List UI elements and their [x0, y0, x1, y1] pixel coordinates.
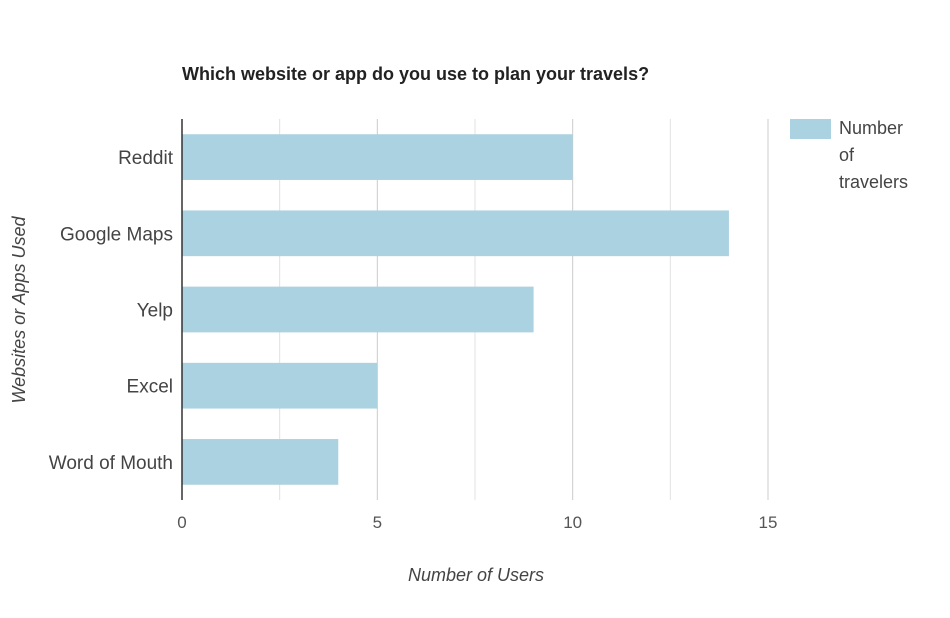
y-axis-title: Websites or Apps Used: [9, 215, 29, 403]
category-label: Excel: [127, 377, 173, 398]
category-label: Word of Mouth: [49, 453, 173, 474]
category-label: Google Maps: [60, 224, 173, 245]
bar-yelp: [182, 286, 534, 333]
bar-google-maps: [182, 210, 729, 257]
legend-label-line-2: of: [839, 145, 855, 165]
category-label: Yelp: [137, 301, 173, 322]
bars: [182, 134, 729, 485]
x-tick-label: 5: [373, 513, 382, 532]
x-tick-label: 0: [177, 513, 186, 532]
legend-swatch: [790, 119, 831, 139]
legend: Number of travelers: [790, 118, 908, 192]
bar-excel: [182, 362, 378, 409]
legend-label-line-3: travelers: [839, 172, 908, 192]
x-axis-title: Number of Users: [408, 565, 544, 585]
bar-chart: Which website or app do you use to plan …: [9, 64, 908, 585]
chart-title: Which website or app do you use to plan …: [182, 64, 649, 84]
bar-reddit: [182, 134, 573, 180]
x-tick-label: 15: [759, 513, 778, 532]
bar-word-of-mouth: [182, 439, 339, 485]
x-tick-label: 10: [563, 513, 582, 532]
x-tick-labels: 0 5 10 15: [177, 513, 777, 532]
category-label: Reddit: [118, 148, 174, 169]
legend-label-line-1: Number: [839, 118, 903, 138]
category-labels: Reddit Google Maps Yelp Excel Word of Mouth: [49, 148, 174, 474]
